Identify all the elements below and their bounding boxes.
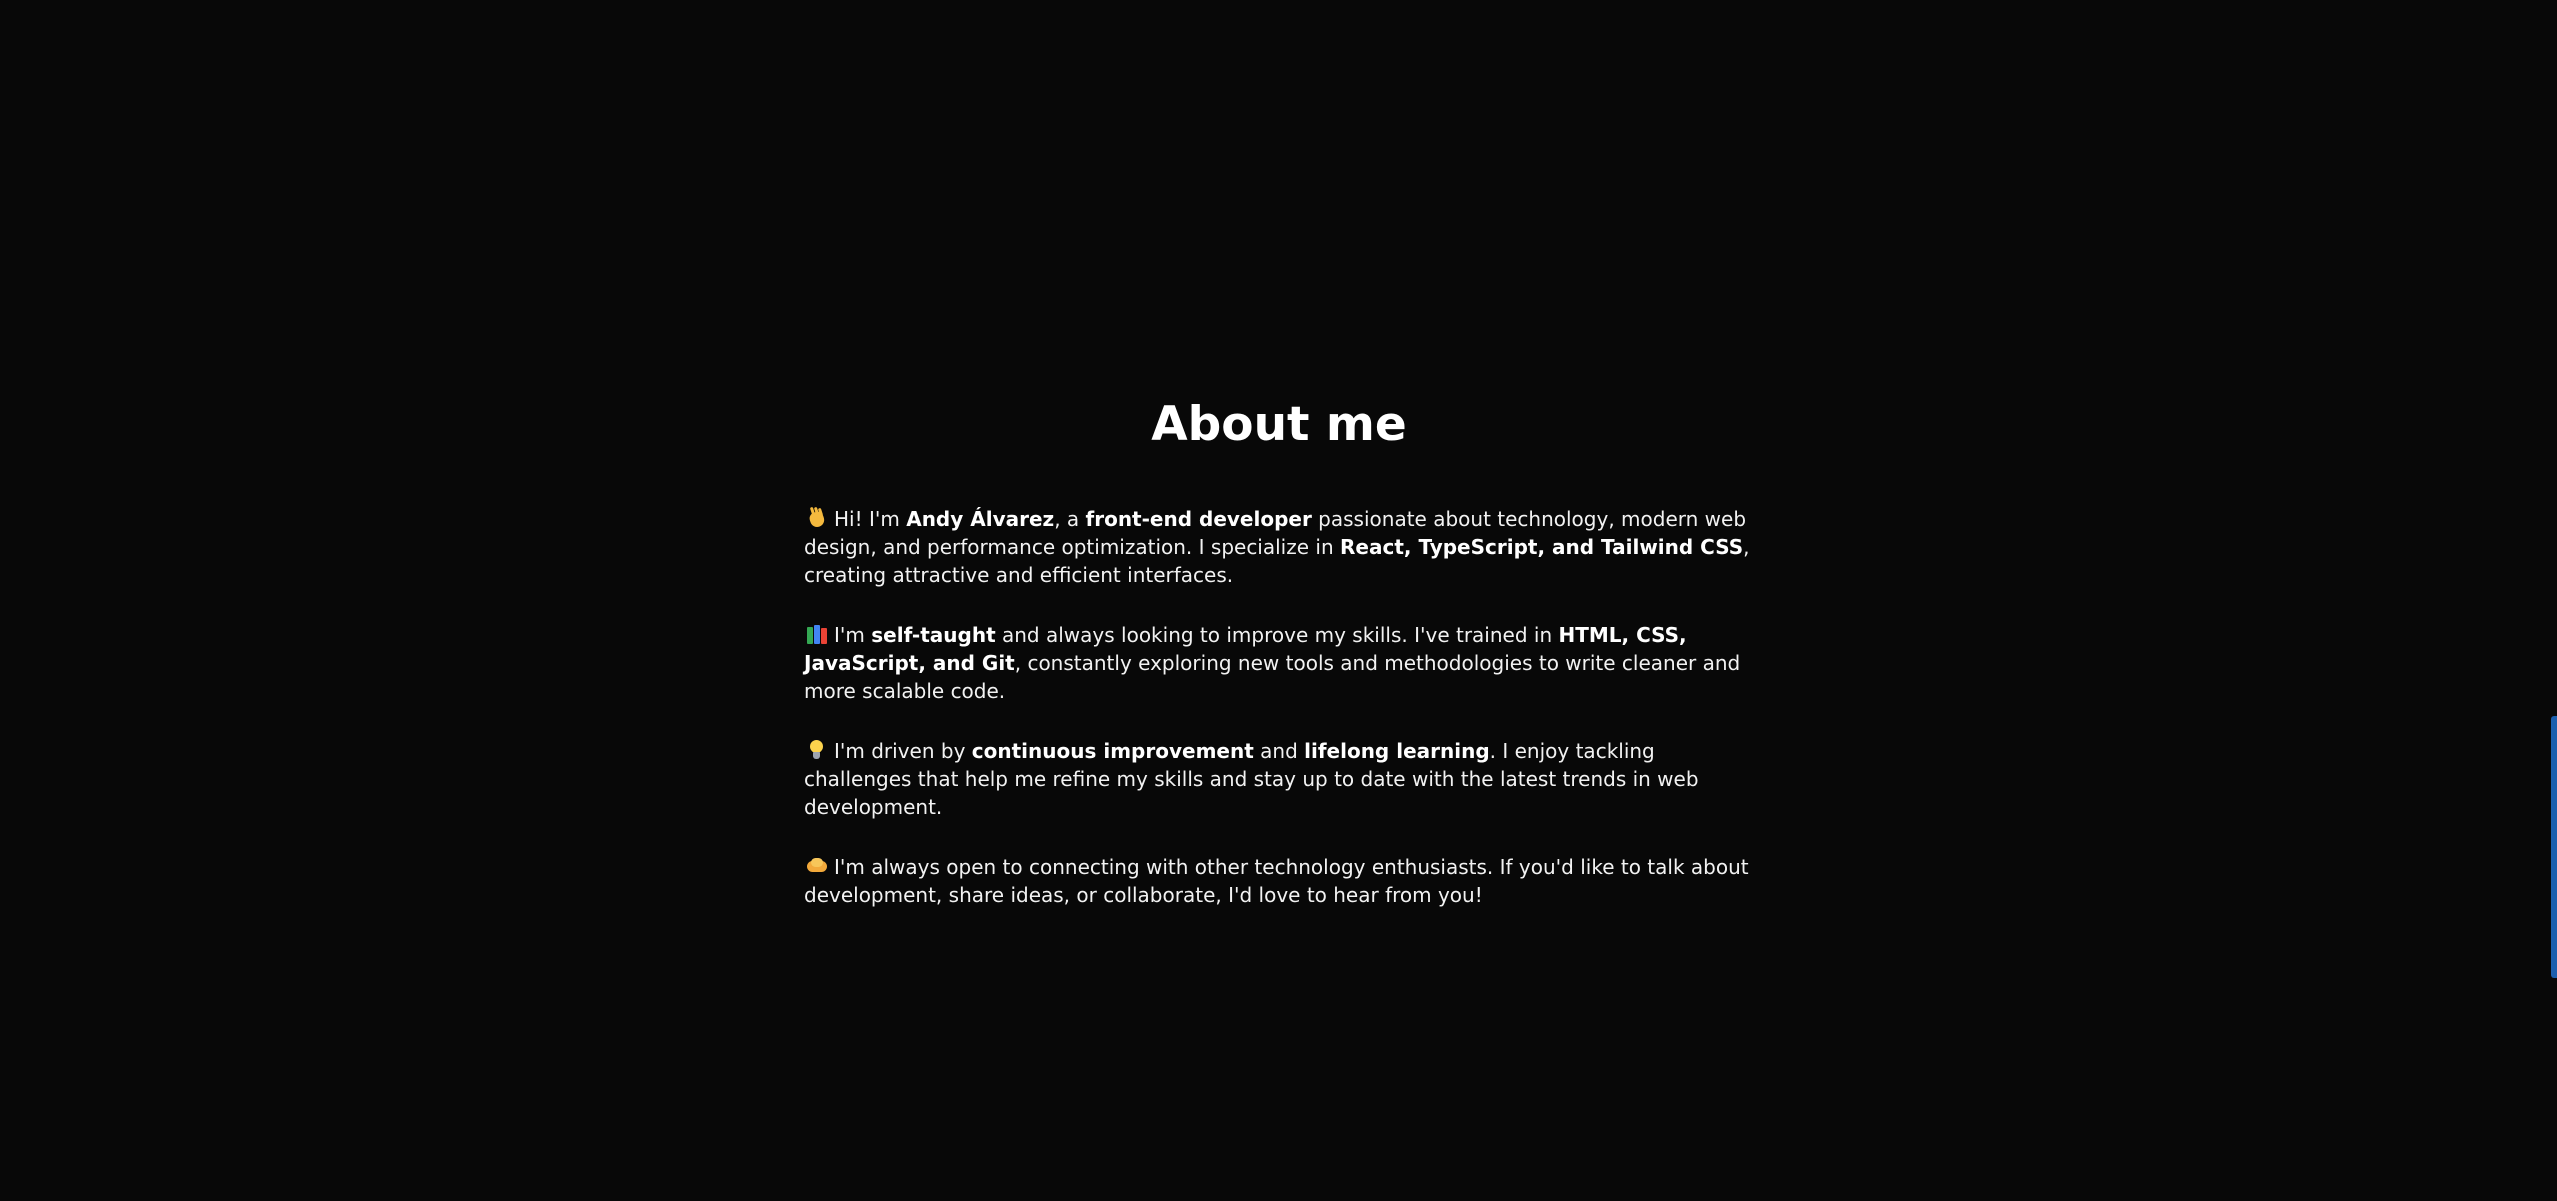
body-text: I'm [834,623,872,647]
about-paragraph: I'm driven by continuous improvement and… [804,737,1754,821]
highlight-text: Andy Álvarez [906,507,1055,531]
about-section: About me Hi! I'm Andy Álvarez, a front-e… [804,395,1754,909]
highlight-text: React, TypeScript, and Tailwind CSS [1340,535,1744,559]
paragraph-text: Hi! I'm Andy Álvarez, a front-end develo… [804,507,1750,587]
highlight-text: continuous improvement [971,739,1254,763]
body-text: I'm always open to connecting with other… [804,855,1749,907]
page-title: About me [1151,397,1407,452]
light-bulb-icon [806,739,828,761]
paragraph-text: I'm self-taught and always looking to im… [804,623,1740,703]
body-text: Hi! I'm [834,507,907,531]
waving-hand-icon [806,506,828,529]
about-paragraph: I'm self-taught and always looking to im… [804,621,1754,705]
about-body: Hi! I'm Andy Álvarez, a front-end develo… [804,505,1754,909]
body-text: , a [1054,507,1086,531]
handshake-icon [806,855,828,877]
body-text: I'm driven by [834,739,972,763]
scrollbar-thumb[interactable] [2551,716,2557,978]
paragraph-text: I'm always open to connecting with other… [804,855,1749,907]
books-icon [806,623,828,645]
about-paragraph: I'm always open to connecting with other… [804,853,1754,909]
body-text: and always looking to improve my skills.… [995,623,1559,647]
paragraph-text: I'm driven by continuous improvement and… [804,739,1699,819]
body-text: and [1253,739,1305,763]
about-paragraph: Hi! I'm Andy Álvarez, a front-end develo… [804,505,1754,589]
highlight-text: front-end developer [1085,507,1312,531]
highlight-text: lifelong learning [1304,739,1490,763]
highlight-text: self-taught [871,623,996,647]
